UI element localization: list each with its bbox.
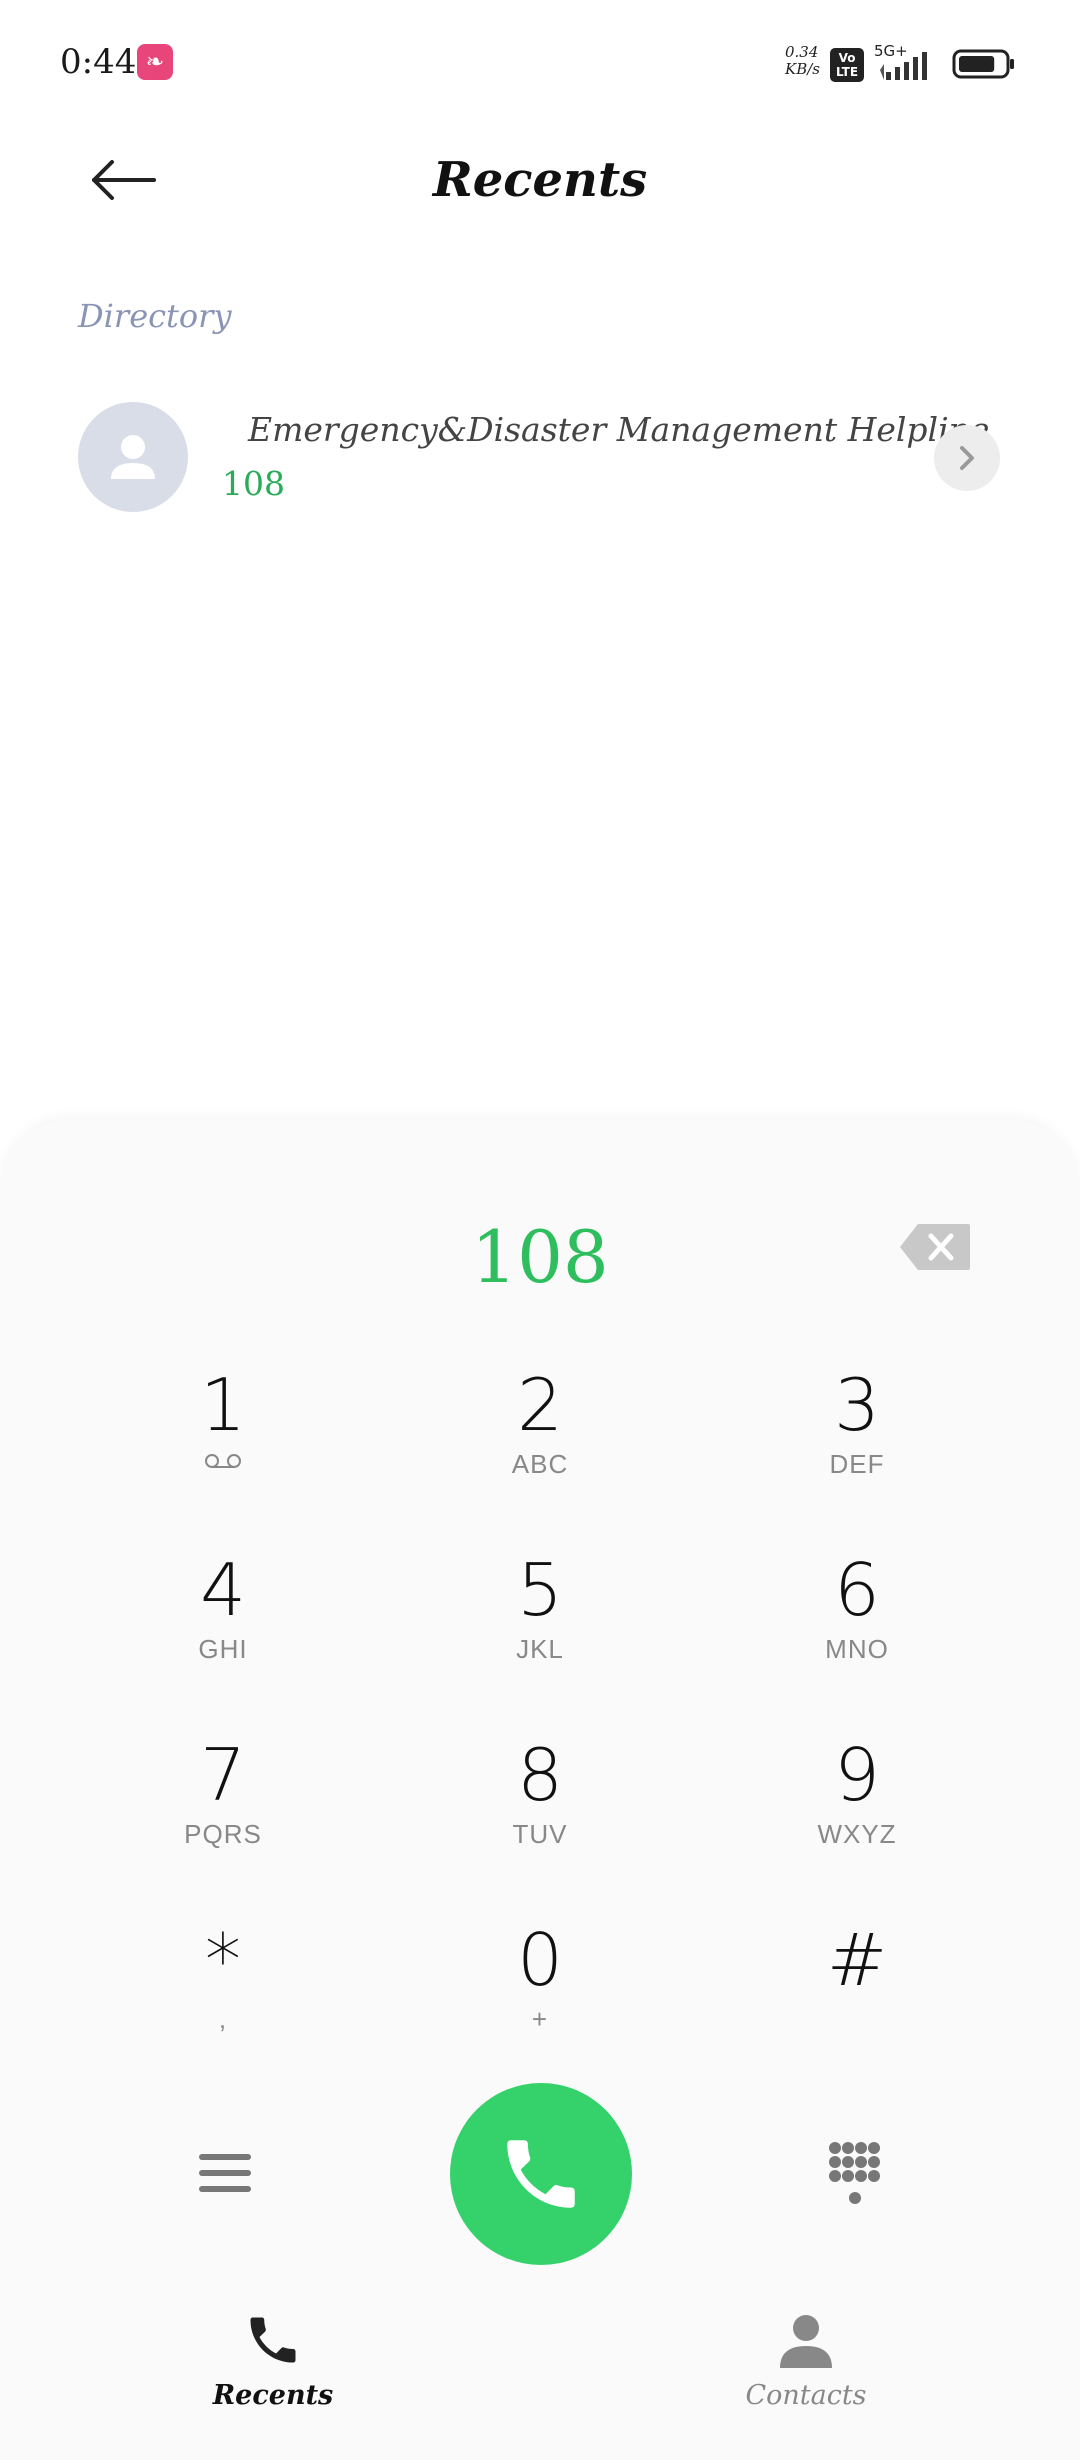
phone-icon — [507, 2140, 575, 2208]
section-label-directory: Directory — [78, 297, 232, 335]
key-letters: TUV — [512, 1819, 568, 1849]
key-4[interactable]: 4 GHI — [103, 1550, 343, 1720]
key-letters: JKL — [516, 1634, 564, 1664]
status-time: 0:44 — [60, 42, 137, 82]
key-letters: + — [531, 2004, 549, 2034]
key-8[interactable]: 8 TUV — [420, 1735, 660, 1905]
key-digit: # — [826, 1918, 888, 2002]
key-digit: 7 — [200, 1733, 246, 1817]
battery-icon — [952, 49, 1014, 79]
tab-contacts[interactable]: Contacts — [706, 2310, 906, 2430]
key-letters: , — [218, 2004, 228, 2034]
network-speed: 0.34 KB/s — [785, 44, 820, 78]
key-9[interactable]: 9 WXYZ — [737, 1735, 977, 1905]
key-0[interactable]: 0 + — [420, 1920, 660, 2090]
menu-icon[interactable] — [195, 2148, 255, 2198]
key-2[interactable]: 2 ABC — [420, 1365, 660, 1535]
key-digit: 0 — [517, 1918, 563, 2002]
avatar — [78, 402, 188, 512]
voicemail-icon — [205, 1454, 241, 1468]
key-3[interactable]: 3 DEF — [737, 1365, 977, 1535]
directory-result-row[interactable]: Emergency&Disaster Management Helpline 1… — [0, 380, 1080, 530]
tab-label: Contacts — [745, 2380, 867, 2411]
key-letters: WXYZ — [817, 1819, 897, 1849]
key-digit: 5 — [517, 1548, 563, 1632]
page-title: Recents — [432, 152, 648, 208]
key-digit: 4 — [200, 1548, 246, 1632]
volte-bottom: LTE — [835, 65, 859, 79]
backspace-icon[interactable] — [898, 1222, 972, 1272]
call-button[interactable] — [450, 2083, 632, 2265]
key-letters: ABC — [511, 1449, 569, 1479]
signal-icon — [880, 52, 927, 80]
key-letters: DEF — [829, 1449, 885, 1479]
status-bar: 0:44 ❧ 0.34 KB/s Vo LTE 5G+ — [0, 0, 1080, 130]
contact-number: 108 — [222, 464, 285, 503]
dialpad-toggle-icon[interactable] — [826, 2140, 884, 2208]
key-letters: MNO — [825, 1634, 889, 1664]
key-letters: PQRS — [184, 1819, 262, 1849]
volte-icon: Vo LTE — [830, 48, 864, 82]
key-7[interactable]: 7 PQRS — [103, 1735, 343, 1905]
person-icon — [111, 435, 155, 479]
network-speed-value: 0.34 — [785, 43, 819, 61]
key-hash[interactable]: # — [737, 1920, 977, 2090]
key-digit: 2 — [517, 1363, 563, 1447]
key-5[interactable]: 5 JKL — [420, 1550, 660, 1720]
key-digit: 3 — [834, 1363, 880, 1447]
phone-icon — [250, 2317, 296, 2363]
key-letters: GHI — [198, 1634, 248, 1664]
contact-detail-button[interactable] — [934, 425, 1000, 491]
key-1[interactable]: 1 — [103, 1365, 343, 1535]
key-star[interactable]: * , — [103, 1920, 343, 2090]
key-digit: 1 — [200, 1363, 246, 1447]
key-digit: 6 — [834, 1548, 880, 1632]
person-icon — [780, 2315, 832, 2368]
network-speed-unit: KB/s — [785, 60, 820, 78]
key-digit: 8 — [517, 1733, 563, 1817]
notification-app-icon: ❧ — [137, 44, 173, 80]
chevron-right-icon — [960, 446, 974, 470]
key-digit: 9 — [834, 1733, 880, 1817]
tab-label: Recents — [212, 2380, 334, 2411]
volte-top: Vo — [838, 51, 856, 65]
tab-recents[interactable]: Recents — [173, 2310, 373, 2430]
key-6[interactable]: 6 MNO — [737, 1550, 977, 1720]
contact-name: Emergency&Disaster Management Helpline — [248, 410, 990, 449]
key-digit: * — [205, 1918, 241, 2002]
battery-fill — [959, 56, 995, 72]
